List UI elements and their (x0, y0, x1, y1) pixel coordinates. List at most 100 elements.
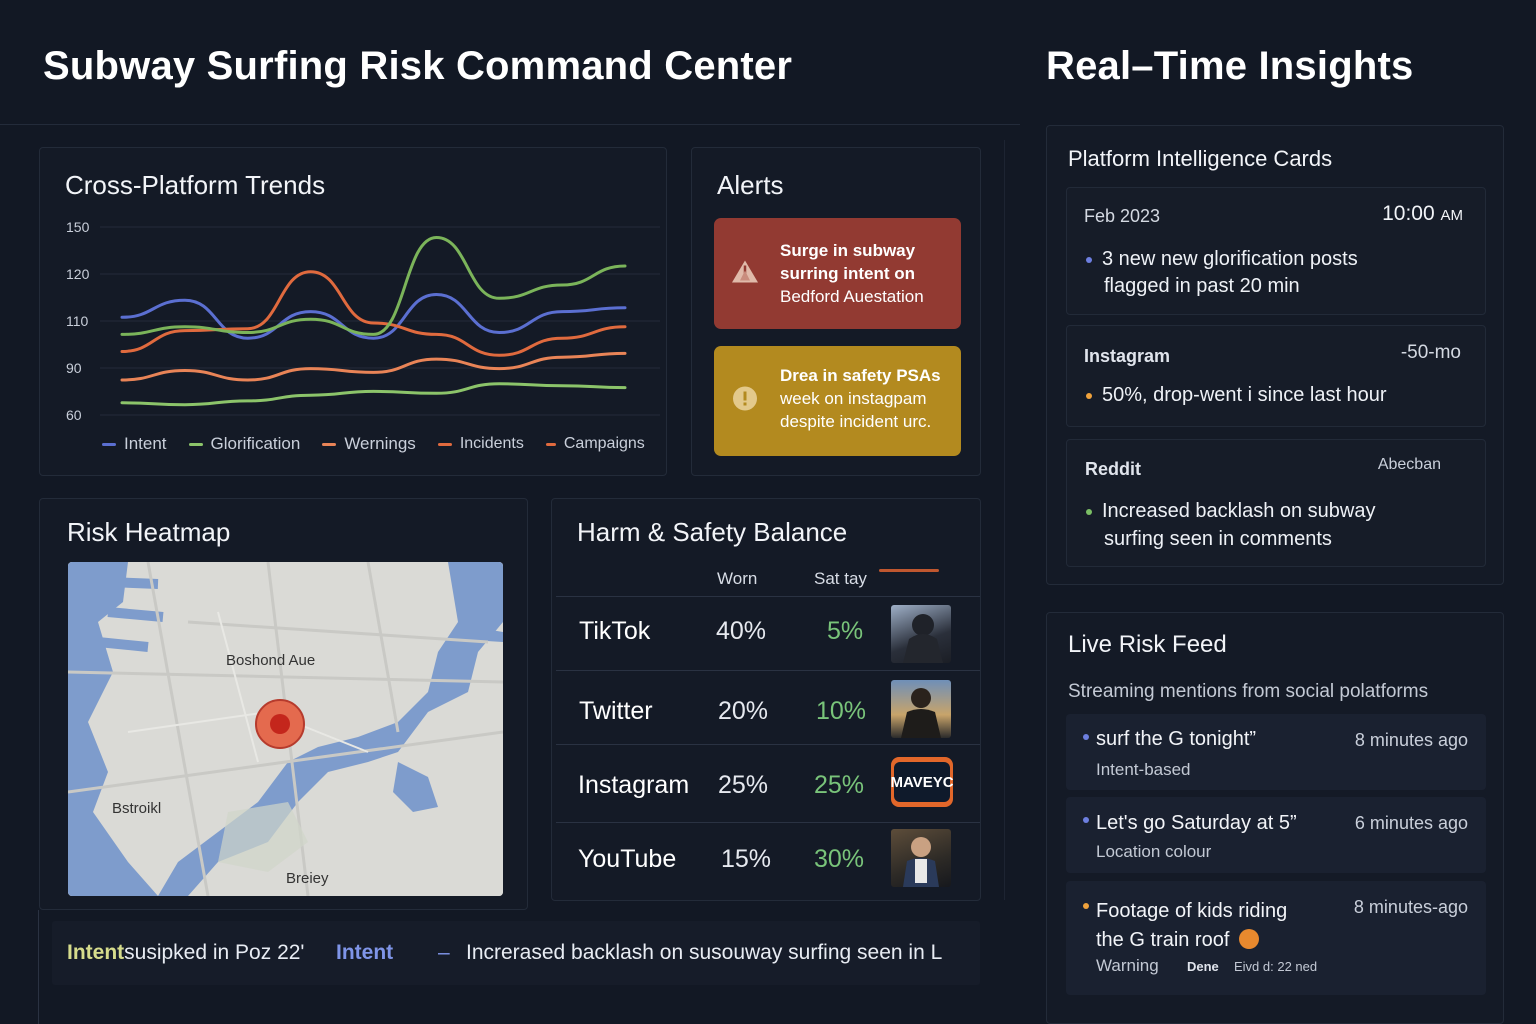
feed-item[interactable]: Footage of kids riding the G train roof … (1066, 881, 1486, 995)
card-time: Abecban (1377, 456, 1441, 473)
feed-subtitle: Streaming mentions from social polatform… (1068, 681, 1429, 702)
legend-swatch (102, 442, 116, 446)
feed-item[interactable]: Let's go Saturday at 5” 6 minutes ago Lo… (1066, 797, 1486, 873)
alert-card-surge[interactable]: Surge in subway surring intent on Bedfor… (714, 218, 961, 329)
intel-card[interactable]: Feb 2023 10:00 AM 3 new new glorificatio… (1066, 187, 1486, 315)
safety-value: 25% (814, 771, 865, 799)
legend-item-warnings[interactable]: Wernings (322, 434, 416, 454)
thumbnail-image[interactable] (891, 680, 951, 738)
legend-item-intent[interactable]: Intent (102, 434, 167, 454)
card-body: Increased backlash on subway surfing see… (1086, 497, 1376, 553)
legend-label: Campaigns (563, 435, 645, 452)
intel-title: Platform Intelligence Cards (1068, 146, 1333, 171)
legend-label: Intent (124, 434, 167, 453)
alert-line: Drea in safety PSAs (780, 366, 941, 385)
trends-legend: Intent Glorification Wernings Incidents … (102, 434, 645, 454)
table-row[interactable]: Twitter 20% 10% (556, 670, 980, 744)
legend-swatch (545, 442, 556, 446)
card-time-value: 10:00 (1382, 202, 1435, 225)
header-accent-bar (879, 569, 939, 572)
platform-name: YouTube (578, 845, 677, 873)
alert-card-psa[interactable]: Drea in safety PSAs week on instagpam de… (714, 346, 961, 456)
y-tick-label: 120 (66, 266, 90, 282)
worn-value: 40% (716, 617, 767, 645)
thumbnail-image[interactable] (891, 829, 951, 887)
bullet-icon (1086, 508, 1092, 515)
ticker-bar[interactable]: Intentѕusipked in Poz 22' Intent – Incre… (52, 921, 980, 985)
legend-item-campaigns[interactable]: Campaigns (545, 434, 645, 454)
card-line: 3 new new glorification posts (1102, 248, 1358, 270)
ticker-text: Increrased backlash on susouway surfing … (466, 941, 943, 964)
alert-line: Bedford Auestation (780, 287, 924, 306)
legend-item-incidents[interactable]: Incidents (437, 434, 524, 454)
table-row[interactable]: TikTok 40% 5% (556, 596, 980, 670)
ticker-text: ѕusipked in Poz 22' (124, 941, 305, 964)
map-label: Boshond Aue (226, 652, 316, 669)
page-title: Subway Surfing Risk Command Center (43, 44, 793, 88)
legend-label: Glorification (210, 434, 301, 453)
feed-time: 6 minutes ago (1354, 813, 1468, 833)
alerts-title: Alerts (717, 170, 784, 200)
table-row[interactable]: Instagram 25% 25% MAVEYC (556, 744, 980, 818)
map-label: Breiey (286, 870, 329, 887)
ticker-tag: Intent (67, 941, 125, 964)
legend-swatch (322, 442, 337, 446)
column-header-worn: Worn (717, 569, 758, 588)
legend-item-glorification[interactable]: Glorification (188, 434, 301, 454)
series-line-glorification[interactable] (120, 382, 627, 407)
platform-name: TikTok (579, 617, 651, 645)
feed-tag: Intent-based (1096, 760, 1191, 779)
card-time-ampm: AM (1440, 207, 1464, 224)
bullet-icon (1086, 392, 1092, 399)
feed-text-line: the G train roof (1096, 929, 1230, 951)
intel-card[interactable]: Instagram -50-mo 50%, drop-went i since … (1066, 325, 1486, 427)
thumbnail-image[interactable] (891, 605, 951, 663)
feed-item[interactable]: surf the G tonight” 8 minutes ago Intent… (1066, 714, 1486, 790)
card-line: 50%, drop-went i since last hour (1102, 384, 1387, 406)
feed-text: surf the G tonight” (1096, 728, 1257, 750)
bullet-icon (1083, 734, 1089, 740)
card-time: -50-mo (1400, 342, 1461, 363)
column-divider (1004, 140, 1005, 900)
y-tick-label: 60 (66, 407, 82, 423)
safety-value: 10% (816, 697, 867, 725)
alerts-panel: Alerts Surge in subway surring intent on… (691, 147, 981, 476)
alert-line: surring intent on (780, 264, 916, 283)
feed-tag: Location colour (1096, 842, 1212, 861)
platform-name: Twitter (579, 697, 653, 725)
legend-label: Incidents (459, 435, 524, 452)
card-time: 10:00 AM (1382, 202, 1463, 226)
y-tick-label: 150 (66, 219, 90, 235)
alert-line: Surge in subway (780, 241, 916, 260)
card-line: flagged in past 20 min (1104, 275, 1300, 297)
worn-value: 20% (718, 697, 769, 725)
intel-card[interactable]: Reddit Abecban Increased backlash on sub… (1066, 439, 1486, 567)
series-line-campaigns[interactable] (120, 235, 627, 336)
insights-title: Real–Time Insights (1046, 44, 1414, 88)
table-row[interactable]: YouTube 15% 30% (556, 822, 980, 896)
ticker-tag: Intent (336, 941, 394, 964)
ticker-segment: Intentѕusipked in Poz 22' (67, 941, 304, 965)
card-line: surfing seen in comments (1104, 528, 1332, 550)
alert-text: Drea in safety PSAs week on instagpam de… (780, 364, 941, 433)
card-body: 50%, drop-went i since last hour (1086, 384, 1387, 407)
panel-edge (38, 910, 39, 1024)
feed-tag: Warning (1096, 956, 1159, 975)
map-label: Bstroikl (112, 800, 162, 817)
feed-text: Let's go Saturday at 5” (1096, 812, 1297, 834)
series-line-wernings[interactable] (120, 351, 627, 382)
bullet-icon (1083, 903, 1089, 909)
worn-value: 25% (718, 771, 769, 799)
card-body: 3 new new glorification posts flagged in… (1086, 246, 1358, 300)
legend-swatch (437, 442, 452, 446)
risk-map[interactable]: Boshond Aue Bstroikl Breiey (68, 562, 503, 896)
trends-panel: Cross-Platform Trends 150 120 110 90 60 Inte… (39, 147, 667, 476)
feed-time: 8 minutes-ago (1353, 897, 1468, 917)
card-source: Instagram (1084, 346, 1171, 366)
feed-title: Live Risk Feed (1068, 631, 1227, 658)
fire-emoji-icon (1238, 929, 1259, 949)
alert-line: despite incident urc. (780, 412, 932, 431)
feed-time: 8 minutes ago (1354, 730, 1468, 750)
thumbnail-logo[interactable]: MAVEYC (891, 757, 953, 807)
feed-tag-secondary: Dene (1187, 959, 1219, 974)
